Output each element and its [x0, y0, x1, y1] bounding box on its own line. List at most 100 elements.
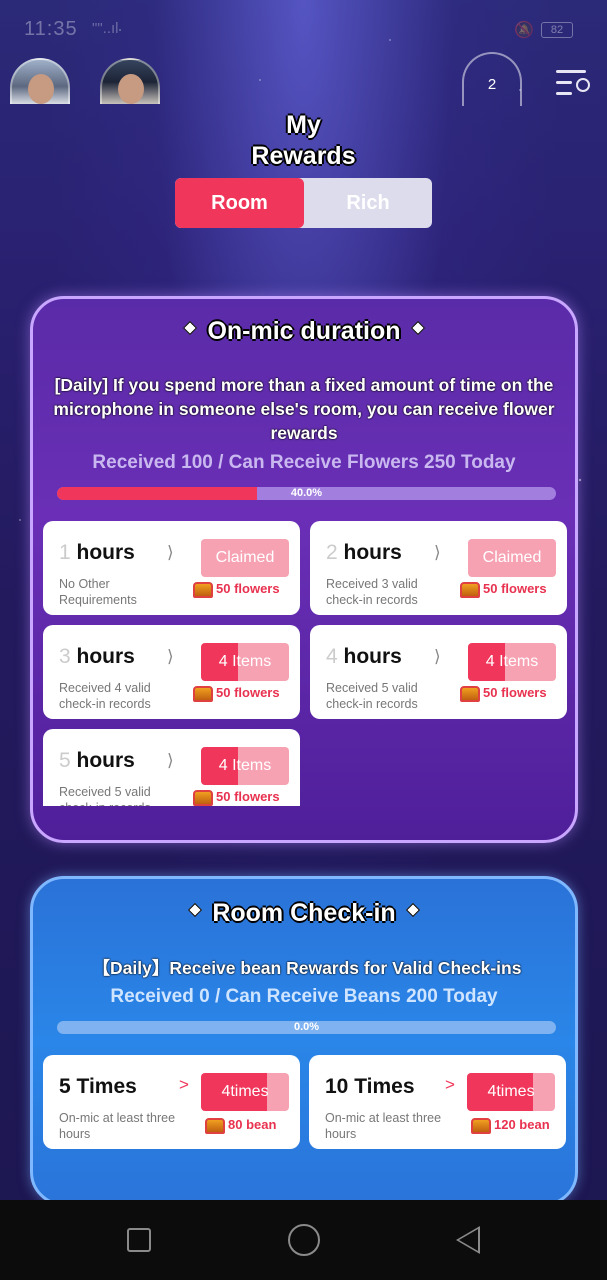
reward-card[interactable]: 2 hours ⟩ Claimed Received 3 valid check…: [310, 521, 567, 615]
mute-bell-icon: 🔕: [514, 22, 534, 39]
panel-description: 【Daily】Receive bean Rewards for Valid Ch…: [92, 958, 522, 978]
card-title: 10 Times: [325, 1075, 415, 1098]
treasure-chest-icon: [460, 581, 480, 598]
reward-card[interactable]: 4 hours ⟩ 4 Items Received 5 valid check…: [310, 625, 567, 719]
card-requirement: On-mic at least three hours: [59, 1111, 176, 1141]
treasure-chest-icon: [193, 581, 213, 598]
menu-line: [556, 70, 586, 73]
reward-card[interactable]: 1 hours ⟩ Claimed No Other Requirements …: [43, 521, 300, 615]
received-summary: Received 0 / Can Receive Beans 200 Today: [110, 986, 498, 1007]
reward-card[interactable]: 5 hours ⟩ 4 Items Received 5 valid check…: [43, 729, 300, 806]
card-title: 4 hours: [326, 645, 402, 669]
card-requirement: Received 4 valid check-in records: [59, 681, 151, 711]
arrow-right-icon[interactable]: >: [445, 1075, 455, 1095]
card-reward-text: 120 bean: [494, 1117, 550, 1132]
diamond-icon: [188, 903, 203, 918]
arrow-right-icon[interactable]: >: [179, 1075, 189, 1095]
clock-arrow-icon[interactable]: ⟩: [434, 543, 441, 563]
status-bar: 11:35 ""..ıl 🔕 82: [0, 0, 607, 58]
reward-card[interactable]: 3 hours ⟩ 4 Items Received 4 valid check…: [43, 625, 300, 719]
tab-bar: Room Rich: [175, 178, 432, 228]
system-nav-bar: [0, 1200, 607, 1280]
times-button[interactable]: 4times: [201, 1073, 289, 1111]
avatar-face: [28, 74, 54, 104]
treasure-chest-icon: [193, 685, 213, 702]
status-time: 11:35: [24, 18, 78, 40]
clock-arrow-icon[interactable]: ⟩: [167, 543, 174, 563]
diamond-icon: [405, 903, 420, 918]
signal-icon: ""..ıl: [92, 20, 119, 37]
card-title-text: hours: [343, 645, 402, 668]
clock-arrow-icon[interactable]: ⟩: [167, 647, 174, 667]
card-requirement: Received 5 valid check-in records: [326, 681, 418, 711]
card-reward-text: 50 flowers: [216, 581, 280, 596]
battery-icon: 82: [541, 22, 573, 38]
page-title: My Rewards: [200, 110, 407, 172]
claimed-button[interactable]: Claimed: [201, 539, 289, 577]
card-title: 2 hours: [326, 541, 402, 565]
checkin-card[interactable]: 5 Times > 4times On-mic at least three h…: [43, 1055, 300, 1149]
treasure-chest-icon: [193, 789, 213, 806]
card-reward: 50 flowers: [193, 789, 280, 806]
tab-rich[interactable]: Rich: [304, 178, 432, 228]
treasure-chest-icon: [471, 1117, 491, 1134]
items-button[interactable]: 4 Items: [468, 643, 556, 681]
items-button[interactable]: 4 Items: [201, 747, 289, 785]
treasure-chest-icon: [460, 685, 480, 702]
card-title-text: hours: [76, 749, 135, 772]
card-reward: 50 flowers: [460, 685, 547, 702]
progress-bar: 40.0%: [57, 487, 556, 500]
room-checkin-panel: Room Check-in 【Daily】Receive bean Reward…: [30, 876, 578, 1206]
times-button[interactable]: 4times: [467, 1073, 555, 1111]
diamond-icon: [183, 321, 198, 336]
claimed-button[interactable]: Claimed: [468, 539, 556, 577]
treasure-chest-icon: [205, 1117, 225, 1134]
avatar-face: [118, 74, 144, 104]
card-title-number: 2: [326, 541, 338, 564]
card-title-number: 1: [59, 541, 71, 564]
page-title-line: My: [286, 111, 321, 139]
card-reward: 50 flowers: [193, 685, 280, 702]
diamond-icon: [410, 321, 425, 336]
items-button[interactable]: 4 Items: [201, 643, 289, 681]
card-requirement: On-mic at least three hours: [325, 1111, 442, 1141]
menu-settings-icon[interactable]: [556, 68, 592, 98]
card-requirement: Received 5 valid check-in records: [59, 785, 151, 806]
clock-arrow-icon[interactable]: ⟩: [434, 647, 441, 667]
card-reward: 80 bean: [205, 1117, 276, 1134]
card-requirement: Received 3 valid check-in records: [326, 577, 418, 607]
menu-line: [556, 81, 572, 84]
home-icon[interactable]: [288, 1224, 320, 1256]
power-icon: [576, 78, 590, 92]
panel-title: On-mic duration: [33, 317, 575, 346]
card-reward: 50 flowers: [193, 581, 280, 598]
progress-label: 0.0%: [293, 1021, 320, 1033]
recent-apps-icon[interactable]: [127, 1228, 151, 1252]
card-title-text: hours: [76, 541, 135, 564]
card-reward: 50 flowers: [460, 581, 547, 598]
panel-title-text: On-mic duration: [207, 317, 401, 345]
card-title-number: 4: [326, 645, 338, 668]
card-reward: 120 bean: [471, 1117, 550, 1134]
card-requirement: No Other Requirements: [59, 577, 137, 607]
panel-description: [Daily] If you spend more than a fixed a…: [53, 375, 555, 443]
card-title: 3 hours: [59, 645, 135, 669]
back-icon[interactable]: [456, 1226, 480, 1254]
menu-line: [556, 92, 572, 95]
progress-label: 40.0%: [290, 487, 323, 499]
card-reward-text: 50 flowers: [483, 581, 547, 596]
panel-title-text: Room Check-in: [212, 899, 396, 927]
card-title-text: hours: [343, 541, 402, 564]
card-title: 5 hours: [59, 749, 135, 773]
received-summary: Received 100 / Can Receive Flowers 250 T…: [92, 452, 516, 473]
online-count-badge[interactable]: 2: [462, 52, 522, 106]
tab-room[interactable]: Room: [175, 178, 304, 228]
card-title-number: 3: [59, 645, 71, 668]
card-title-number: 5: [59, 749, 71, 772]
checkin-card[interactable]: 10 Times > 4times On-mic at least three …: [309, 1055, 566, 1149]
reward-card-list: 1 hours ⟩ Claimed No Other Requirements …: [43, 521, 573, 806]
card-reward-text: 50 flowers: [216, 789, 280, 804]
clock-arrow-icon[interactable]: ⟩: [167, 751, 174, 771]
card-title: 1 hours: [59, 541, 135, 565]
card-reward-text: 80 bean: [228, 1117, 277, 1132]
